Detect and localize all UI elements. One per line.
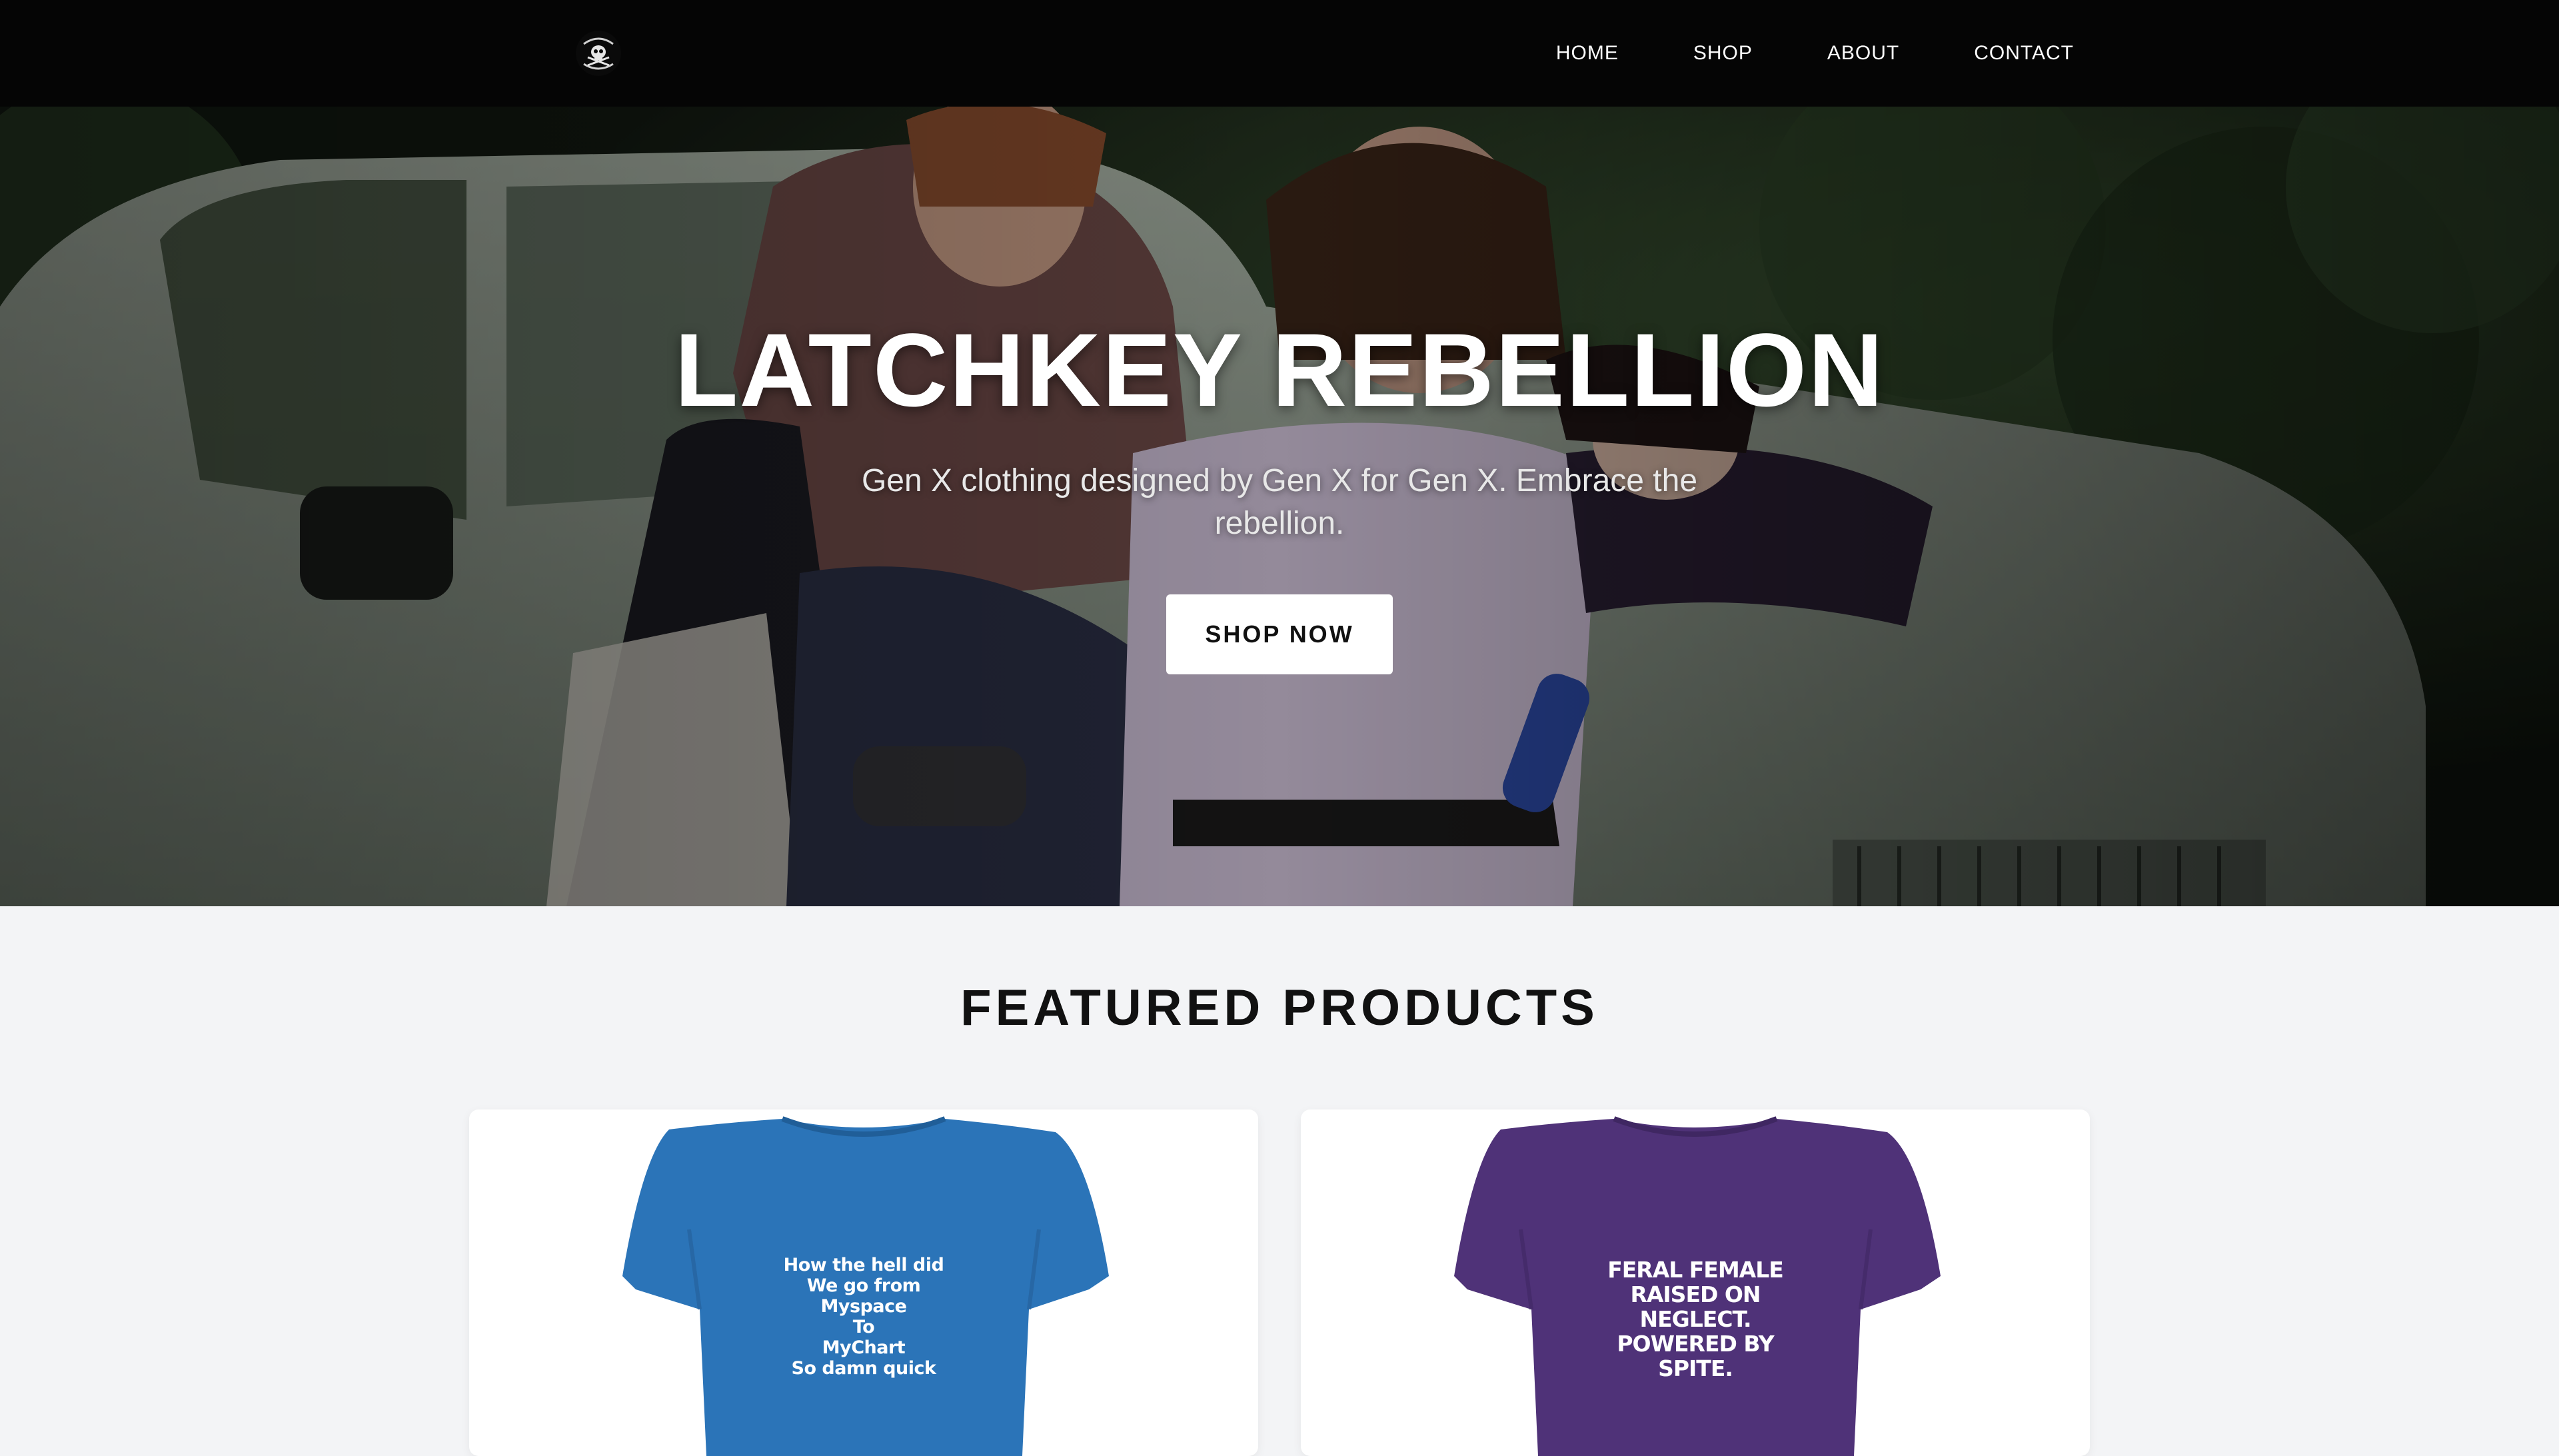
hero-subtitle: Gen X clothing designed by Gen X for Gen… <box>861 463 1698 541</box>
top-nav: HOME SHOP ABOUT CONTACT <box>0 0 2559 107</box>
featured-products-heading: FEATURED PRODUCTS <box>960 980 1599 1036</box>
hero-banner: LATCHKEY REBELLION Gen X clothing design… <box>0 107 2559 906</box>
product-card[interactable]: How the hell did We go from Myspace To M… <box>469 1109 1258 1456</box>
nav-about-link[interactable]: ABOUT <box>1827 42 1899 65</box>
shop-now-button[interactable]: SHOP NOW <box>1166 594 1393 674</box>
nav-contact-link[interactable]: CONTACT <box>1974 42 2074 65</box>
nav-shop-link[interactable]: SHOP <box>1693 42 1753 65</box>
hero-title: LATCHKEY REBELLION <box>674 313 1885 428</box>
nav-links: HOME SHOP ABOUT CONTACT <box>1556 0 2074 107</box>
shirt-print-text: FERAL FEMALE RAISED ON NEGLECT. POWERED … <box>1607 1257 1784 1381</box>
nav-home-link[interactable]: HOME <box>1556 42 1619 65</box>
skull-logo-icon[interactable] <box>574 29 622 77</box>
hero-content: LATCHKEY REBELLION Gen X clothing design… <box>0 107 2559 906</box>
product-card[interactable]: FERAL FEMALE RAISED ON NEGLECT. POWERED … <box>1301 1109 2090 1456</box>
shirt-print-text: How the hell did We go from Myspace To M… <box>783 1255 944 1379</box>
